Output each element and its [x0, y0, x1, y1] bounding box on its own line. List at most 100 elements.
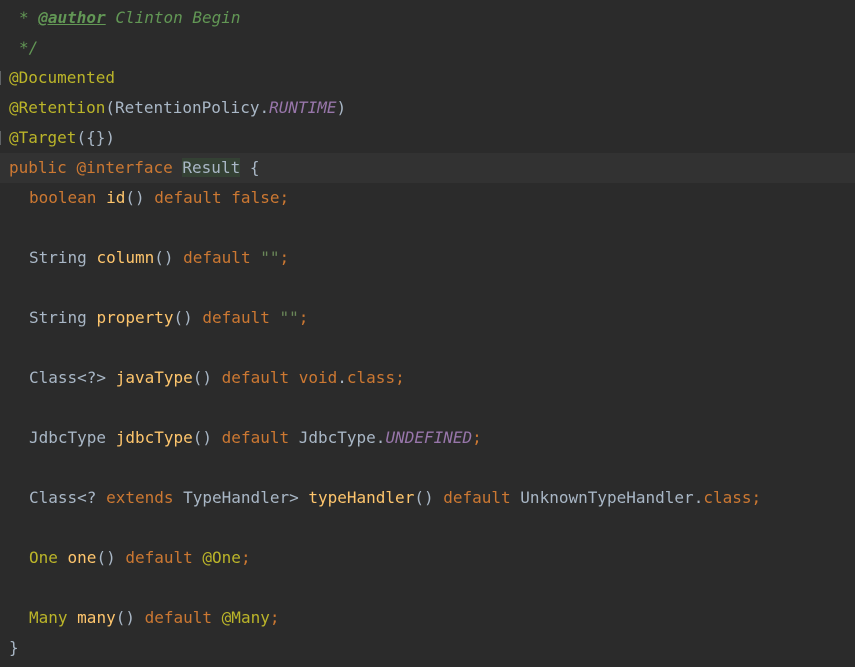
code-token-plain: ()	[125, 188, 155, 207]
code-token-plain: ()	[414, 488, 444, 507]
code-token-plain: JdbcType	[29, 428, 116, 447]
code-line[interactable]: @Target({})	[0, 123, 855, 153]
code-line[interactable]: @Retention(RetentionPolicy.RUNTIME)	[0, 93, 855, 123]
code-line-content: public @interface Result {	[9, 153, 259, 183]
code-line-content: String column() default "";	[29, 243, 289, 273]
code-token-keyword: default	[183, 248, 261, 267]
code-token-plain: TypeHandler>	[183, 488, 309, 507]
code-line[interactable]: @Documented	[0, 63, 855, 93]
code-token-method: jdbcType	[115, 428, 193, 447]
code-token-plain: ()	[192, 368, 222, 387]
code-line-content: @Documented	[9, 63, 115, 93]
code-token-keyword: default false;	[154, 188, 290, 207]
code-line[interactable]	[0, 333, 855, 363]
code-token-keyword: extends	[106, 488, 184, 507]
code-token-comment: */	[19, 38, 39, 57]
code-token-keyword: default	[202, 308, 280, 327]
code-token-string: ""	[260, 248, 280, 267]
code-line[interactable]	[0, 393, 855, 423]
code-line[interactable]: boolean id() default false;	[0, 183, 855, 213]
code-token-keyword: class;	[703, 488, 762, 507]
fold-marker-icon[interactable]	[0, 71, 7, 85]
code-line[interactable]: Many many() default @Many;	[0, 603, 855, 633]
code-line-content: @Retention(RetentionPolicy.RUNTIME)	[9, 93, 346, 123]
code-token-keyword: ;	[269, 608, 280, 627]
code-token-keyword: default	[125, 548, 203, 567]
code-line-content: boolean id() default false;	[29, 183, 289, 213]
fold-marker-icon[interactable]	[0, 131, 7, 145]
code-token-plain: .	[337, 368, 347, 387]
code-line-content: * @author Clinton Begin	[19, 3, 241, 33]
code-token-plain: ()	[173, 308, 203, 327]
code-token-comment: *	[19, 8, 39, 27]
code-token-const: RUNTIME	[269, 98, 337, 117]
code-token-keyword: default	[144, 608, 222, 627]
code-token-ann: @Documented	[9, 68, 115, 87]
code-token-const: UNDEFINED	[385, 428, 473, 447]
code-token-method: javaType	[115, 368, 193, 387]
code-token-plain: ()	[154, 248, 184, 267]
code-token-method: column	[96, 248, 155, 267]
code-line[interactable]	[0, 453, 855, 483]
code-token-plain: }	[9, 638, 19, 657]
code-line-content: One one() default @One;	[29, 543, 251, 573]
code-token-keyword: @interface	[76, 158, 183, 177]
code-token-comment: Clinton Begin	[105, 8, 241, 27]
code-token-method: one	[67, 548, 97, 567]
code-line[interactable]	[0, 213, 855, 243]
code-line[interactable]	[0, 573, 855, 603]
code-token-ann: Many	[29, 608, 78, 627]
code-token-plain: UnknownTypeHandler.	[520, 488, 704, 507]
code-token-string: ""	[279, 308, 299, 327]
code-line[interactable]	[0, 273, 855, 303]
code-line-content: Class<?> javaType() default void.class;	[29, 363, 405, 393]
code-token-plain: Class<?>	[29, 368, 116, 387]
code-token-ann: @Many	[221, 608, 270, 627]
code-line-content: */	[19, 33, 38, 63]
code-token-keyword: ;	[472, 428, 482, 447]
code-line[interactable]: Class<? extends TypeHandler> typeHandler…	[0, 483, 855, 513]
code-token-ann: @One	[202, 548, 241, 567]
code-line[interactable]: Class<?> javaType() default void.class;	[0, 363, 855, 393]
code-token-ann: @Retention	[9, 98, 106, 117]
code-token-plain: String	[29, 308, 97, 327]
code-token-plain: ()	[115, 608, 145, 627]
code-token-keyword: class;	[346, 368, 405, 387]
code-line[interactable]: String column() default "";	[0, 243, 855, 273]
code-token-keyword: boolean	[29, 188, 107, 207]
code-token-hl: Result	[182, 158, 241, 177]
code-editor[interactable]: * @author Clinton Begin */ @Documented @Ret…	[0, 0, 855, 667]
code-token-keyword: ;	[279, 248, 290, 267]
code-line[interactable]: }	[0, 633, 855, 663]
code-token-method: many	[77, 608, 116, 627]
code-token-plain: {	[240, 158, 260, 177]
code-line[interactable]: */	[0, 33, 855, 63]
code-token-doctag: @author	[38, 8, 106, 27]
code-token-ann: One	[29, 548, 68, 567]
code-line-content: Many many() default @Many;	[29, 603, 279, 633]
code-token-method: id	[106, 188, 126, 207]
code-line-content: String property() default "";	[29, 303, 308, 333]
code-line-current[interactable]: public @interface Result {	[0, 153, 855, 183]
code-token-plain: Class<?	[29, 488, 107, 507]
code-token-keyword: ;	[298, 308, 309, 327]
code-token-plain: JdbcType.	[298, 428, 386, 447]
code-line[interactable]	[0, 513, 855, 543]
code-line[interactable]: JdbcType jdbcType() default JdbcType.UND…	[0, 423, 855, 453]
code-token-keyword: public	[9, 158, 77, 177]
code-line-content: JdbcType jdbcType() default JdbcType.UND…	[29, 423, 482, 453]
code-token-plain: ({})	[76, 128, 115, 147]
code-token-method: property	[96, 308, 174, 327]
code-token-ann: @Target	[9, 128, 77, 147]
code-line[interactable]: One one() default @One;	[0, 543, 855, 573]
code-token-plain: String	[29, 248, 97, 267]
code-token-plain: (RetentionPolicy.	[105, 98, 270, 117]
code-token-keyword: default	[443, 488, 521, 507]
code-line-content: }	[9, 633, 19, 663]
code-token-keyword: default	[221, 428, 299, 447]
code-line[interactable]: String property() default "";	[0, 303, 855, 333]
code-token-method: typeHandler	[308, 488, 415, 507]
code-token-plain: ()	[96, 548, 126, 567]
code-token-plain: )	[336, 98, 347, 117]
code-line[interactable]: * @author Clinton Begin	[0, 3, 855, 33]
